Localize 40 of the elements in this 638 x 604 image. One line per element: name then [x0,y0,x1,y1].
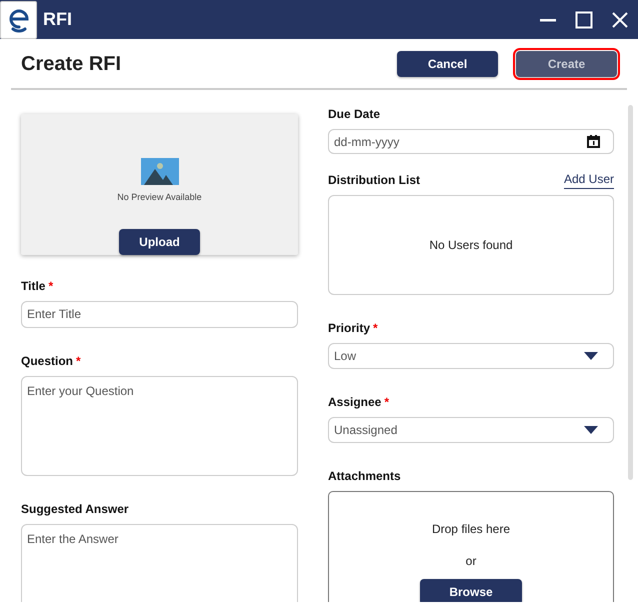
calendar-icon[interactable] [587,135,600,148]
dropdown-value: Unassigned [334,422,398,439]
app-logo-icon [6,6,30,32]
drop-zone[interactable]: Drop files here or Browse [328,491,614,602]
field-label: Title [21,278,46,294]
text-field[interactable]: Enter Title [21,300,298,328]
field-label: Due Date [328,106,380,123]
required-mark: * [384,394,390,411]
required-mark: * [373,320,378,337]
required-mark: * [76,352,81,370]
field-label: Assignee [328,394,382,411]
close-icon[interactable] [611,10,629,28]
text-area[interactable]: Enter your Question [21,376,298,476]
preview-caption: No Preview Available [117,191,202,204]
browse-button[interactable]: Browse [420,579,522,602]
date-placeholder: dd-mm-yyyy [334,134,400,150]
text-area[interactable]: Enter the Answer [21,524,298,602]
maximize-icon[interactable] [575,10,593,28]
add-user-link[interactable]: Add User [564,170,614,189]
window-title: RFI [43,8,73,31]
caret-icon [584,426,598,434]
dropdown[interactable]: Low [328,343,614,369]
empty-list-message: No Users found [429,237,513,254]
field-label: Distribution List [328,172,420,189]
field-label: Attachments [328,468,401,485]
field-label: Suggested Answer [21,500,129,518]
field-label: Priority [328,320,370,337]
upload-button[interactable]: Upload [119,228,200,254]
drop-text: Drop files here [432,521,510,538]
header-button[interactable]: Cancel [397,50,498,76]
field-label: Question [21,352,74,370]
image-placeholder-icon [140,158,178,185]
page-title: Create RFI [21,52,122,76]
dropdown-value: Low [334,348,358,365]
caret-icon [584,352,598,360]
date-field[interactable]: dd-mm-yyyy [328,129,614,154]
dropdown[interactable]: Unassigned [328,417,614,443]
scrollbar[interactable] [628,105,633,480]
required-mark: * [48,278,54,294]
or-text: or [466,553,476,570]
